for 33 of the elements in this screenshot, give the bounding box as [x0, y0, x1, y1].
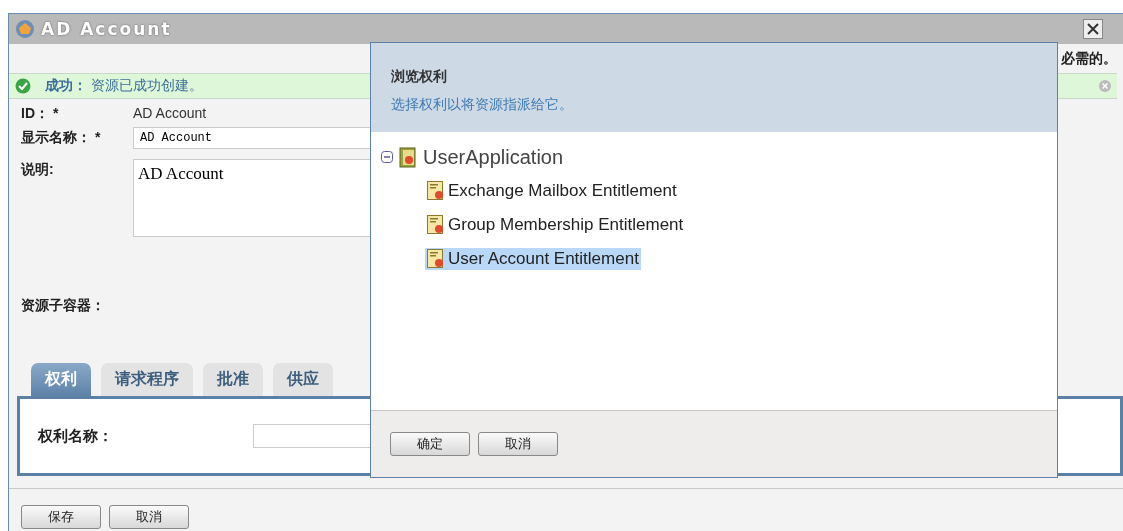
success-label: 成功：: [45, 77, 87, 95]
book-icon: [399, 146, 417, 168]
save-button[interactable]: 保存: [21, 505, 101, 529]
document-icon: [427, 181, 444, 201]
tab[interactable]: 供应: [273, 363, 333, 396]
field-label: ID： *: [21, 104, 60, 123]
tab[interactable]: 请求程序: [101, 363, 193, 396]
tree-item[interactable]: User Account Entitlement: [425, 248, 641, 270]
dialog-subtitle: 选择权利以将资源指派给它。: [391, 95, 574, 114]
collapse-icon[interactable]: [381, 151, 393, 163]
tree-item-label: User Account Entitlement: [448, 249, 639, 269]
ok-button[interactable]: 确定: [390, 432, 470, 456]
tree-item[interactable]: Exchange Mailbox Entitlement: [425, 180, 679, 202]
tab[interactable]: 批准: [203, 363, 263, 396]
field-label: 资源子容器：: [21, 296, 106, 315]
cancel-button[interactable]: 取消: [478, 432, 558, 456]
check-icon: [15, 78, 31, 94]
cancel-button[interactable]: 取消: [109, 505, 189, 529]
tree-item[interactable]: UserApplication: [423, 145, 564, 169]
field-label: 权利名称：: [38, 426, 114, 446]
dialog-title: 浏览权利: [391, 67, 448, 86]
tree-item[interactable]: Group Membership Entitlement: [425, 214, 686, 236]
required-note: 必需的。: [1061, 49, 1117, 68]
success-message: 资源已成功创建。: [91, 77, 203, 95]
tree-item-label: Group Membership Entitlement: [448, 215, 684, 235]
field-label: 显示名称： *: [21, 128, 102, 147]
document-icon: [427, 215, 444, 235]
close-button[interactable]: [1083, 19, 1103, 39]
document-icon: [427, 249, 444, 269]
field-label: 说明:: [21, 160, 55, 179]
window-title: AD Account: [41, 19, 172, 39]
tree-item-label: Exchange Mailbox Entitlement: [448, 181, 677, 201]
id-value: AD Account: [133, 104, 207, 123]
